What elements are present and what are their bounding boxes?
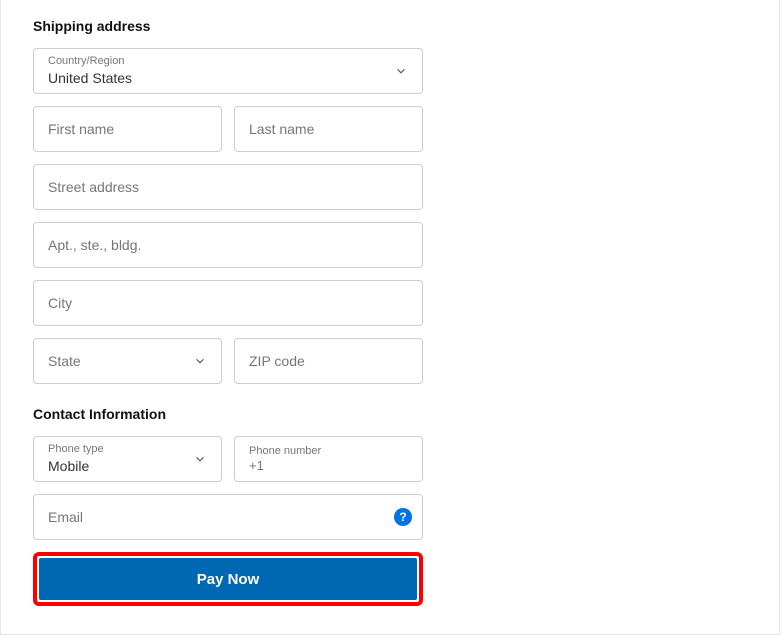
state-placeholder: State bbox=[48, 353, 207, 369]
zip-input[interactable] bbox=[249, 353, 408, 369]
pay-now-highlight: Pay Now bbox=[33, 552, 423, 606]
country-region-select[interactable]: Country/Region United States bbox=[33, 48, 423, 94]
first-name-field[interactable] bbox=[33, 106, 222, 152]
apt-field[interactable] bbox=[33, 222, 423, 268]
country-region-value: United States bbox=[48, 69, 408, 87]
phone-number-prefix: +1 bbox=[249, 458, 408, 473]
last-name-input[interactable] bbox=[249, 121, 408, 137]
street-address-input[interactable] bbox=[48, 179, 408, 195]
phone-number-label: Phone number bbox=[249, 445, 408, 458]
city-input[interactable] bbox=[48, 295, 408, 311]
phone-number-field[interactable]: Phone number +1 bbox=[234, 436, 423, 482]
shipping-address-title: Shipping address bbox=[33, 18, 423, 34]
contact-information-title: Contact Information bbox=[33, 406, 423, 422]
city-field[interactable] bbox=[33, 280, 423, 326]
phone-type-value: Mobile bbox=[48, 457, 207, 475]
help-icon[interactable]: ? bbox=[394, 508, 412, 526]
apt-input[interactable] bbox=[48, 237, 408, 253]
last-name-field[interactable] bbox=[234, 106, 423, 152]
email-input[interactable] bbox=[48, 509, 408, 525]
state-select[interactable]: State bbox=[33, 338, 222, 384]
phone-type-label: Phone type bbox=[48, 443, 207, 456]
phone-type-select[interactable]: Phone type Mobile bbox=[33, 436, 222, 482]
country-region-label: Country/Region bbox=[48, 55, 408, 68]
first-name-input[interactable] bbox=[48, 121, 207, 137]
pay-now-button[interactable]: Pay Now bbox=[39, 558, 417, 600]
checkout-panel: Shipping address Country/Region United S… bbox=[0, 0, 780, 635]
email-field[interactable]: ? bbox=[33, 494, 423, 540]
checkout-form: Shipping address Country/Region United S… bbox=[33, 18, 423, 606]
zip-field[interactable] bbox=[234, 338, 423, 384]
street-address-field[interactable] bbox=[33, 164, 423, 210]
